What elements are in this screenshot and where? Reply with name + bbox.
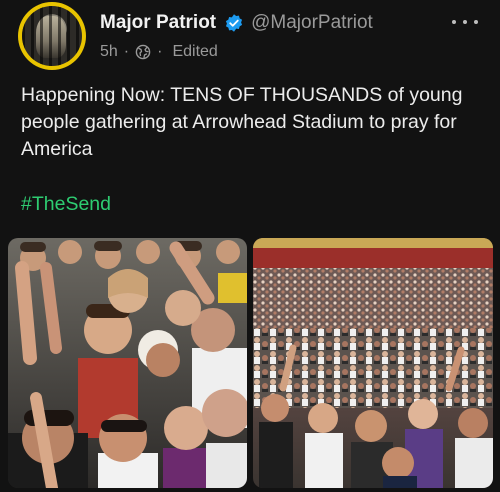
avatar-image: [22, 6, 82, 66]
crowd-closeup-image: [8, 238, 247, 488]
meta-separator-2: ·: [157, 43, 163, 60]
photo-crowd-closeup[interactable]: [8, 238, 247, 488]
post-text: Happening Now: TENS OF THOUSANDS of youn…: [21, 84, 463, 160]
photo-stadium-crowd[interactable]: [253, 238, 493, 488]
media-grid: [8, 238, 493, 488]
edited-label[interactable]: Edited: [172, 43, 217, 61]
post-meta: 5h · · Edited: [100, 41, 218, 63]
more-options-icon[interactable]: [452, 12, 478, 32]
author-handle[interactable]: @MajorPatriot: [251, 12, 373, 34]
globe-icon: [135, 44, 151, 60]
more-dot: [452, 20, 456, 24]
hashtag-link[interactable]: #TheSend: [21, 191, 111, 218]
author-display-name[interactable]: Major Patriot: [100, 12, 216, 34]
meta-separator: ·: [123, 43, 130, 60]
verified-badge-icon: [226, 14, 243, 32]
more-dot: [474, 20, 478, 24]
post-age[interactable]: 5h: [100, 43, 118, 61]
stadium-crowd-image: [253, 238, 493, 488]
post-card: Major Patriot @MajorPatriot 5h · · Edite…: [0, 0, 500, 492]
author-avatar[interactable]: [18, 2, 86, 70]
more-dot: [463, 20, 467, 24]
author-row: Major Patriot @MajorPatriot: [100, 10, 373, 36]
